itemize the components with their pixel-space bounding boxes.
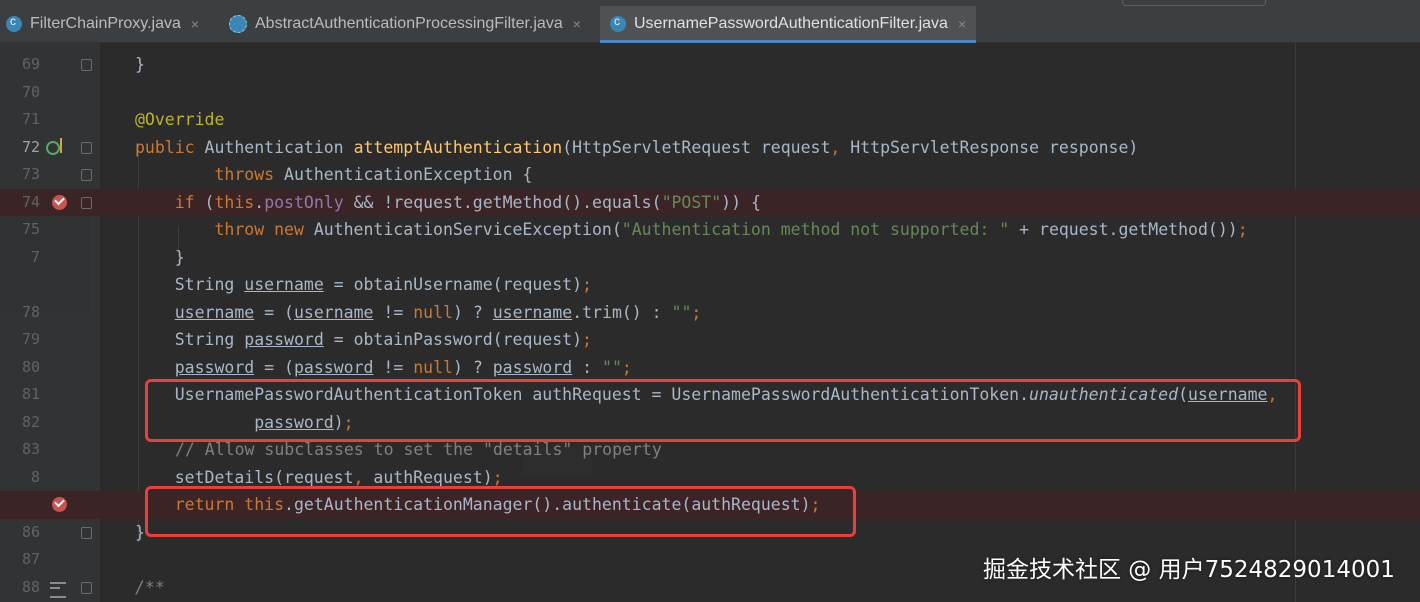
tab-usernamepasswordauthenticationfilter[interactable]: UsernamePasswordAuthenticationFilter.jav… (600, 6, 977, 43)
code-text: username = (username != null) ? username… (174, 302, 702, 322)
line-number: 88 (21, 577, 40, 596)
line-number: 83 (21, 440, 40, 458)
override-marker-icon[interactable] (46, 140, 60, 155)
editor-tab-bar: FilterChainProxy.java × AbstractAuthenti… (0, 0, 1420, 43)
highlight-box-authenticate-call (145, 486, 856, 537)
code-line[interactable]: 71 @Override (0, 106, 1420, 134)
line-number: 75 (21, 220, 40, 238)
line-number: 73 (21, 165, 40, 183)
fold-marker-icon[interactable] (81, 526, 92, 539)
code-text: String username = obtainUsername(request… (135, 275, 592, 294)
fold-marker-icon[interactable] (81, 196, 92, 209)
fold-marker-icon[interactable] (81, 59, 92, 71)
line-number: 69 (21, 55, 40, 73)
line-number: 78 (21, 302, 40, 321)
breakpoint-icon[interactable] (52, 194, 67, 210)
fold-marker-icon[interactable] (81, 169, 92, 181)
code-line[interactable]: 80 password = (password != null) ? passw… (0, 354, 1420, 382)
line-number: 74 (21, 192, 40, 211)
code-text: public Authentication attemptAuthenticat… (135, 137, 1139, 157)
code-line[interactable]: 78 username = (username != null) ? usern… (0, 299, 1420, 327)
breakpoint-icon[interactable] (52, 497, 67, 512)
override-arrow-icon (60, 137, 62, 153)
code-line[interactable]: 72 public Authentication attemptAuthenti… (0, 134, 1420, 162)
render-doc-icon[interactable] (50, 581, 66, 598)
close-icon[interactable]: × (573, 16, 581, 32)
code-text: } (135, 247, 185, 267)
tab-label: UsernamePasswordAuthenticationFilter.jav… (634, 15, 948, 32)
line-number: 70 (21, 82, 40, 101)
line-number: 81 (21, 385, 40, 403)
java-class-icon (6, 14, 22, 32)
comment-text: /** (135, 577, 165, 597)
close-icon[interactable]: × (191, 16, 199, 32)
code-line[interactable]: 70 (0, 79, 1420, 107)
line-number: 71 (21, 110, 40, 128)
code-line[interactable]: 79 String password = obtainPassword(requ… (0, 326, 1420, 354)
code-text: throws AuthenticationException { (214, 165, 533, 184)
code-text: } (135, 55, 145, 74)
code-editor[interactable]: 69 } 70 71 @Override 72 public Authentic… (0, 43, 1420, 602)
line-number: 80 (21, 357, 40, 376)
code-text: if (this.postOnly && !request.getMethod(… (174, 192, 761, 212)
line-number: 79 (21, 330, 40, 348)
code-line[interactable]: 75 throw new AuthenticationServiceExcept… (0, 216, 1420, 244)
toolbar-button-edge[interactable] (1122, 0, 1266, 6)
line-number: 82 (21, 412, 40, 431)
fold-marker-icon[interactable] (81, 581, 92, 594)
abstract-class-icon (229, 15, 247, 33)
tab-label: FilterChainProxy.java (30, 15, 181, 32)
java-class-icon (610, 14, 626, 32)
tab-label: AbstractAuthenticationProcessingFilter.j… (255, 15, 563, 32)
code-text: throw new AuthenticationServiceException… (214, 220, 1248, 239)
close-icon[interactable]: × (958, 16, 966, 32)
annotation-text: @Override (135, 110, 225, 129)
code-line-breakpoint[interactable]: 74 if (this.postOnly && !request.getMeth… (0, 188, 1420, 216)
code-line[interactable]: 7 } (0, 244, 1420, 272)
watermark-text: 掘金技术社区 @ 用户7524829014001 (983, 557, 1395, 583)
line-number: 87 (21, 550, 40, 568)
line-number: 7 (30, 247, 40, 266)
line-number: 8 (30, 467, 40, 486)
highlight-box-token-creation (145, 379, 1301, 442)
line-number: 72 (21, 137, 40, 156)
tab-filterchainproxy[interactable]: FilterChainProxy.java × (6, 6, 199, 42)
code-line[interactable]: String username = obtainUsername(request… (0, 271, 1420, 299)
code-text: String password = obtainPassword(request… (135, 330, 592, 349)
code-text: password = (password != null) ? password… (174, 357, 632, 377)
code-line[interactable]: 73 throws AuthenticationException { (0, 161, 1420, 189)
tab-abstractauthenticationprocessingfilter[interactable]: AbstractAuthenticationProcessingFilter.j… (229, 6, 581, 42)
code-text: } (135, 522, 145, 542)
fold-marker-icon[interactable] (81, 141, 92, 154)
code-line[interactable]: 69 } (0, 51, 1420, 79)
line-number: 86 (21, 522, 40, 541)
